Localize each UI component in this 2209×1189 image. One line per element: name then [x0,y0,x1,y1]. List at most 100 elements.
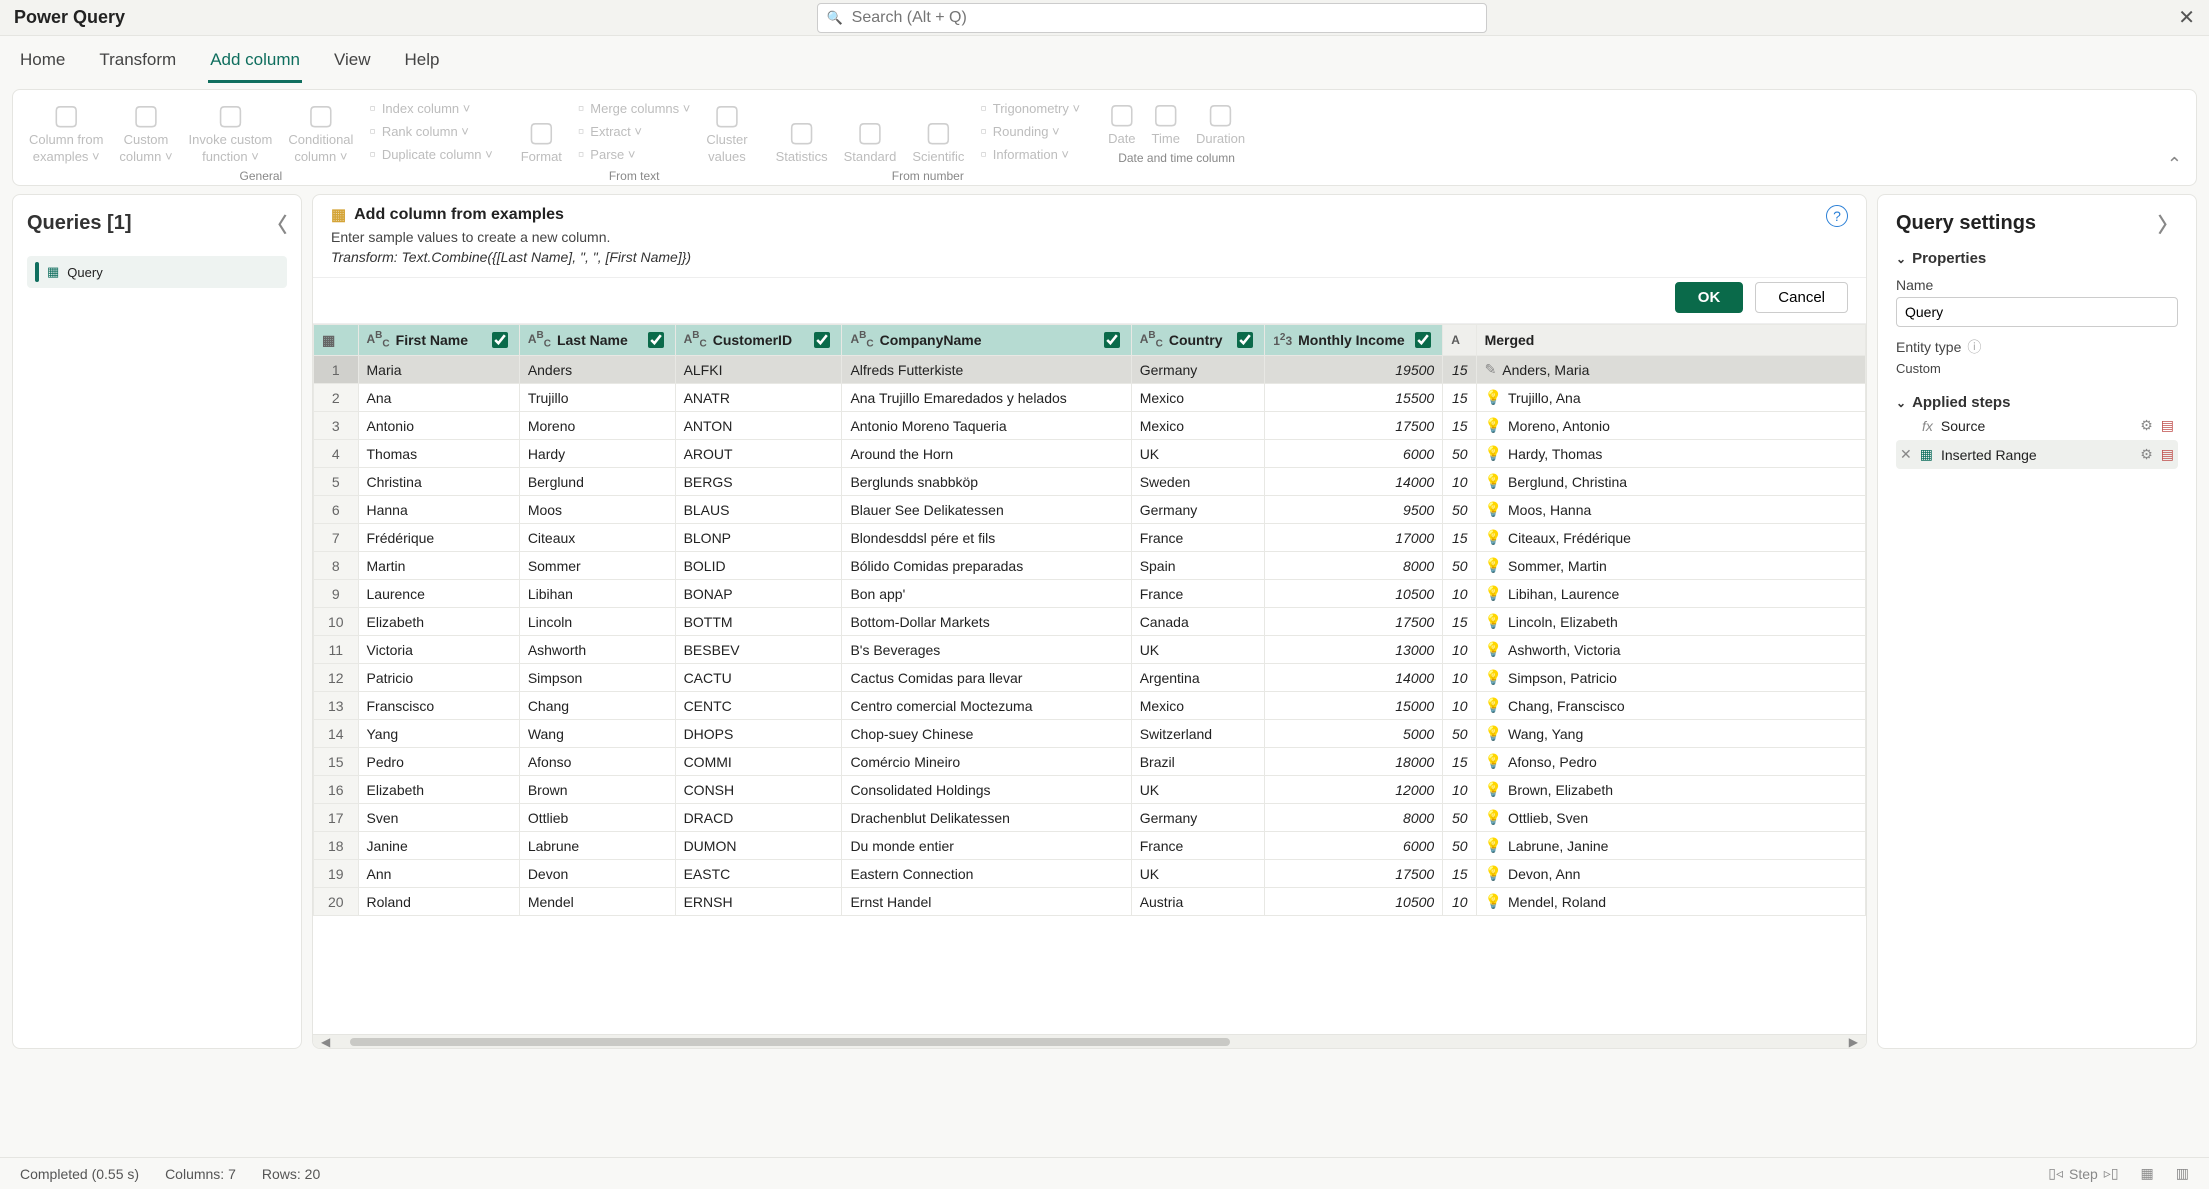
table-row[interactable]: 11 Victoria Ashworth BESBEV B's Beverage… [314,636,1866,664]
table-row[interactable]: 2 Ana Trujillo ANATR Ana Trujillo Emared… [314,384,1866,412]
table-row[interactable]: 10 Elizabeth Lincoln BOTTM Bottom-Dollar… [314,608,1866,636]
cell[interactable]: ERNSH [675,888,842,916]
cell[interactable]: France [1131,832,1265,860]
cell[interactable]: 10500 [1265,888,1443,916]
step-options-icon[interactable]: ▤ [2161,417,2174,434]
table-row[interactable]: 20 Roland Mendel ERNSH Ernst Handel Aust… [314,888,1866,916]
expand-settings-icon[interactable]: 〉 [2158,209,2178,238]
scroll-left-icon[interactable]: ◀ [321,1035,330,1049]
table-row[interactable]: 14 Yang Wang DHOPS Chop-suey Chinese Swi… [314,720,1866,748]
cell[interactable]: Blondesddsl pére et fils [842,524,1131,552]
cell[interactable]: 6000 [1265,832,1443,860]
ribbon-button[interactable]: ▢Invoke customfunction ˅ [189,99,273,165]
query-item[interactable]: ▦ Query [27,256,287,288]
tab-add-column[interactable]: Add column [208,42,302,83]
cell[interactable]: Alfreds Futterkiste [842,356,1131,384]
cell[interactable]: Hardy [519,440,675,468]
gear-icon[interactable]: ⚙ [2140,446,2153,463]
column-include-checkbox[interactable] [814,332,830,348]
cell[interactable]: Bottom-Dollar Markets [842,608,1131,636]
merged-cell[interactable]: 💡Wang, Yang [1476,720,1865,748]
cell[interactable]: Martin [358,552,519,580]
ribbon-button[interactable]: ▫Index column ˅ [369,98,492,119]
cell[interactable]: Brown [519,776,675,804]
cell[interactable]: 15 [1443,412,1476,440]
help-icon[interactable]: ? [1826,205,1848,227]
ribbon-button[interactable]: ▢Scientific [912,116,964,165]
tab-view[interactable]: View [332,42,373,83]
cell[interactable]: 50 [1443,804,1476,832]
column-header[interactable]: ABCCountry [1131,325,1265,356]
ribbon-button[interactable]: ▢Column fromexamples ˅ [29,99,103,165]
cell[interactable]: Germany [1131,356,1265,384]
cell[interactable]: DUMON [675,832,842,860]
cell[interactable]: BLAUS [675,496,842,524]
cell[interactable]: Eastern Connection [842,860,1131,888]
cell[interactable]: 10 [1443,888,1476,916]
merged-cell[interactable]: 💡Labrune, Janine [1476,832,1865,860]
cell[interactable]: Berglunds snabbköp [842,468,1131,496]
merged-cell[interactable]: 💡Devon, Ann [1476,860,1865,888]
cell[interactable]: Ernst Handel [842,888,1131,916]
collapse-ribbon-icon[interactable]: ⌃ [2167,154,2182,175]
cell[interactable]: 15 [1443,748,1476,776]
cell[interactable]: ALFKI [675,356,842,384]
merged-cell[interactable]: 💡Ottlieb, Sven [1476,804,1865,832]
cell[interactable]: Devon [519,860,675,888]
table-row[interactable]: 18 Janine Labrune DUMON Du monde entier … [314,832,1866,860]
table-row[interactable]: 9 Laurence Libihan BONAP Bon app' France… [314,580,1866,608]
cell[interactable]: Du monde entier [842,832,1131,860]
tab-transform[interactable]: Transform [97,42,178,83]
cell[interactable]: BONAP [675,580,842,608]
cell[interactable]: Sweden [1131,468,1265,496]
cell[interactable]: BOTTM [675,608,842,636]
cell[interactable]: CONSH [675,776,842,804]
cell[interactable]: Libihan [519,580,675,608]
cell[interactable]: 15 [1443,608,1476,636]
cell[interactable]: Blauer See Delikatessen [842,496,1131,524]
cell[interactable]: CACTU [675,664,842,692]
cell[interactable]: Spain [1131,552,1265,580]
cell[interactable]: Switzerland [1131,720,1265,748]
table-row[interactable]: 17 Sven Ottlieb DRACD Drachenblut Delika… [314,804,1866,832]
cell[interactable]: 10 [1443,664,1476,692]
cell[interactable]: Ana Trujillo Emaredados y helados [842,384,1131,412]
cell[interactable]: 15000 [1265,692,1443,720]
cell[interactable]: 9500 [1265,496,1443,524]
cell[interactable]: UK [1131,776,1265,804]
column-header[interactable]: ABCCustomerID [675,325,842,356]
step-options-icon[interactable]: ▤ [2161,446,2174,463]
column-header[interactable]: ABCLast Name [519,325,675,356]
table-row[interactable]: 7 Frédérique Citeaux BLONP Blondesddsl p… [314,524,1866,552]
cell[interactable]: Antonio [358,412,519,440]
merged-cell[interactable]: 💡Ashworth, Victoria [1476,636,1865,664]
cell[interactable]: Lincoln [519,608,675,636]
cell[interactable]: 50 [1443,720,1476,748]
cell[interactable]: Cactus Comidas para llevar [842,664,1131,692]
cell[interactable]: UK [1131,440,1265,468]
ribbon-button[interactable]: ▫Parse ˅ [578,144,690,165]
cell[interactable]: Comércio Mineiro [842,748,1131,776]
cell[interactable]: Moreno [519,412,675,440]
ribbon-button[interactable]: ▫Extract ˅ [578,121,690,142]
cell[interactable]: 10 [1443,468,1476,496]
table-row[interactable]: 1 Maria Anders ALFKI Alfreds Futterkiste… [314,356,1866,384]
ribbon-button[interactable]: ▢Format [521,116,562,165]
cell[interactable]: Yang [358,720,519,748]
ribbon-button[interactable]: ▫Rounding ˅ [980,121,1080,142]
cell[interactable]: 10500 [1265,580,1443,608]
cell[interactable]: Argentina [1131,664,1265,692]
merged-cell[interactable]: 💡Moreno, Antonio [1476,412,1865,440]
cell[interactable]: 17500 [1265,608,1443,636]
cell[interactable]: Consolidated Holdings [842,776,1131,804]
cell[interactable]: France [1131,524,1265,552]
tab-help[interactable]: Help [403,42,442,83]
merged-cell[interactable]: 💡Berglund, Christina [1476,468,1865,496]
cell[interactable]: Ana [358,384,519,412]
cell[interactable]: Chang [519,692,675,720]
merged-cell[interactable]: 💡Simpson, Patricio [1476,664,1865,692]
cell[interactable]: Mexico [1131,692,1265,720]
cell[interactable]: EASTC [675,860,842,888]
cell[interactable]: COMMI [675,748,842,776]
cancel-button[interactable]: Cancel [1755,282,1848,313]
